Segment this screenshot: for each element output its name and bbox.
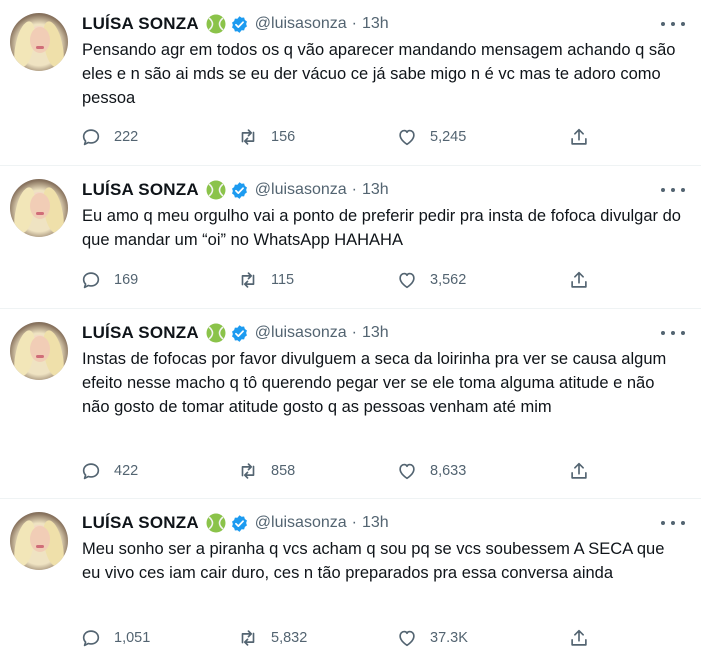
more-icon[interactable] bbox=[661, 181, 685, 199]
avatar[interactable] bbox=[10, 179, 68, 237]
like-count: 3,562 bbox=[430, 272, 467, 288]
reply-count: 1,051 bbox=[114, 630, 151, 646]
retweet-count: 858 bbox=[271, 463, 296, 479]
avatar[interactable] bbox=[10, 512, 68, 570]
share-icon bbox=[571, 271, 587, 288]
display-name[interactable]: LUÍSA SONZA bbox=[82, 180, 199, 200]
verified-badge-icon bbox=[231, 181, 247, 199]
tweet-text: Instas de fofocas por favor divulguem a … bbox=[82, 350, 667, 416]
timestamp[interactable]: 13h bbox=[362, 15, 389, 33]
like-button[interactable]: 8,633 bbox=[396, 458, 466, 484]
action-bar: 169 115 3,562 bbox=[80, 267, 620, 293]
like-button[interactable]: 37.3K bbox=[396, 625, 468, 651]
tweet-text: Meu sonho ser a piranha q vcs acham q so… bbox=[82, 540, 665, 582]
tennis-ball-icon bbox=[206, 323, 226, 343]
like-button[interactable]: 5,245 bbox=[396, 124, 466, 150]
retweet-button[interactable]: 156 bbox=[237, 124, 295, 150]
action-bar: 1,051 5,832 37.3K bbox=[80, 625, 620, 651]
more-icon[interactable] bbox=[661, 15, 685, 33]
retweet-count: 156 bbox=[271, 129, 296, 145]
share-icon bbox=[571, 462, 587, 479]
share-button[interactable] bbox=[568, 625, 590, 651]
tweet-text: Eu amo q meu orgulho vai a ponto de pref… bbox=[82, 207, 681, 249]
tweet[interactable]: LUÍSA SONZA @luisasonza · 13h Instas de … bbox=[0, 309, 701, 499]
tennis-ball-icon bbox=[206, 14, 226, 34]
timestamp[interactable]: 13h bbox=[362, 514, 389, 532]
verified-badge-icon bbox=[231, 15, 247, 33]
retweet-button[interactable]: 858 bbox=[237, 458, 295, 484]
avatar[interactable] bbox=[10, 13, 68, 71]
tweet[interactable]: LUÍSA SONZA @luisasonza · 13h Meu sonho … bbox=[0, 499, 701, 664]
reply-icon bbox=[82, 272, 100, 289]
action-bar: 422 858 8,633 bbox=[80, 458, 620, 484]
display-name[interactable]: LUÍSA SONZA bbox=[82, 14, 199, 34]
reply-count: 422 bbox=[114, 463, 139, 479]
handle[interactable]: @luisasonza bbox=[255, 514, 347, 532]
verified-badge-icon bbox=[231, 324, 247, 342]
separator: · bbox=[351, 181, 357, 198]
tennis-ball-icon bbox=[206, 513, 226, 533]
like-count: 5,245 bbox=[430, 129, 467, 145]
timestamp[interactable]: 13h bbox=[362, 324, 389, 342]
tweet-header: LUÍSA SONZA @luisasonza · 13h bbox=[82, 322, 389, 344]
retweet-count: 5,832 bbox=[271, 630, 308, 646]
share-icon bbox=[571, 629, 587, 646]
reply-count: 169 bbox=[114, 272, 139, 288]
retweet-icon bbox=[241, 463, 255, 479]
tweet[interactable]: LUÍSA SONZA @luisasonza · 13h Pensando a… bbox=[0, 0, 701, 166]
more-icon[interactable] bbox=[661, 324, 685, 342]
share-button[interactable] bbox=[568, 124, 590, 150]
timestamp[interactable]: 13h bbox=[362, 181, 389, 199]
display-name[interactable]: LUÍSA SONZA bbox=[82, 513, 199, 533]
handle[interactable]: @luisasonza bbox=[255, 181, 347, 199]
retweet-button[interactable]: 5,832 bbox=[237, 625, 307, 651]
like-button[interactable]: 3,562 bbox=[396, 267, 466, 293]
tweet-header: LUÍSA SONZA @luisasonza · 13h bbox=[82, 179, 389, 201]
handle[interactable]: @luisasonza bbox=[255, 15, 347, 33]
avatar[interactable] bbox=[10, 322, 68, 380]
like-icon bbox=[399, 630, 415, 647]
retweet-count: 115 bbox=[271, 272, 295, 288]
reply-count: 222 bbox=[114, 129, 139, 145]
tweet-header: LUÍSA SONZA @luisasonza · 13h bbox=[82, 512, 389, 534]
separator: · bbox=[351, 514, 357, 531]
tennis-ball-icon bbox=[206, 180, 226, 200]
retweet-button[interactable]: 115 bbox=[237, 267, 294, 293]
retweet-icon bbox=[241, 272, 255, 288]
reply-button[interactable]: 169 bbox=[80, 267, 138, 293]
reply-icon bbox=[82, 630, 100, 647]
retweet-icon bbox=[241, 129, 255, 145]
like-icon bbox=[399, 129, 415, 146]
tweet-header: LUÍSA SONZA @luisasonza · 13h bbox=[82, 13, 389, 35]
action-bar: 222 156 5,245 bbox=[80, 124, 620, 150]
more-icon[interactable] bbox=[661, 514, 685, 532]
reply-button[interactable]: 422 bbox=[80, 458, 138, 484]
tweet-text: Pensando agr em todos os q vão aparecer … bbox=[82, 41, 676, 107]
reply-button[interactable]: 1,051 bbox=[80, 625, 150, 651]
share-icon bbox=[571, 128, 587, 145]
separator: · bbox=[351, 15, 357, 32]
share-button[interactable] bbox=[568, 267, 590, 293]
like-count: 37.3K bbox=[430, 630, 468, 646]
verified-badge-icon bbox=[231, 514, 247, 532]
like-count: 8,633 bbox=[430, 463, 467, 479]
like-icon bbox=[399, 463, 415, 480]
handle[interactable]: @luisasonza bbox=[255, 324, 347, 342]
reply-icon bbox=[82, 463, 100, 480]
separator: · bbox=[351, 324, 357, 341]
retweet-icon bbox=[241, 630, 255, 646]
reply-button[interactable]: 222 bbox=[80, 124, 138, 150]
tweet[interactable]: LUÍSA SONZA @luisasonza · 13h Eu amo q m… bbox=[0, 166, 701, 309]
like-icon bbox=[399, 272, 415, 289]
share-button[interactable] bbox=[568, 458, 590, 484]
display-name[interactable]: LUÍSA SONZA bbox=[82, 323, 199, 343]
reply-icon bbox=[82, 129, 100, 146]
